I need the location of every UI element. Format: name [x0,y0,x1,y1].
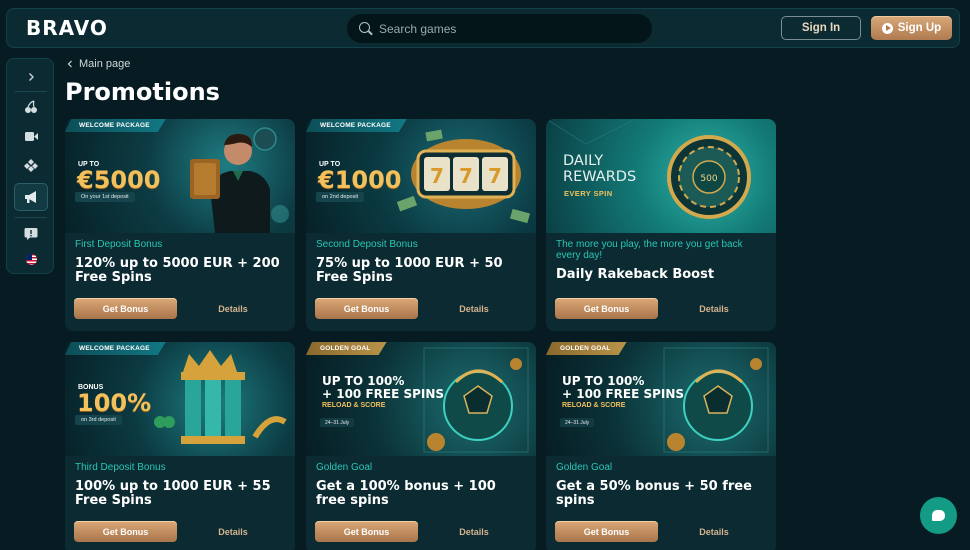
breadcrumb[interactable]: Main page [67,58,130,70]
promo-banner[interactable]: GOLDEN GOAL UP TO 100% + 100 FREE SPINS … [306,342,536,456]
sidebar-item-promotions[interactable] [14,183,48,211]
banner-subtitle: on 3rd deposit [75,415,122,425]
banner-line3: RELOAD & SCORE [562,402,626,409]
promo-tag: GOLDEN GOAL [546,342,627,355]
sidebar-divider [15,91,47,92]
banner-line3: RELOAD & SCORE [322,402,386,409]
sidebar-item-slots[interactable] [14,93,48,121]
promo-card-daily-rakeback: 500 DAILY REWARDS EVERY SPIN The more yo… [546,119,776,331]
sign-up-label: Sign Up [897,22,942,34]
breadcrumb-main-page[interactable]: Main page [79,58,130,70]
banner-line2: + 100 FREE SPINS [562,387,685,401]
details-button[interactable]: Details [686,521,742,542]
sidebar-item-language[interactable] [14,245,48,273]
promo-banner[interactable]: 500 DAILY REWARDS EVERY SPIN [546,119,776,233]
sidebar [6,58,54,274]
svg-text:7: 7 [488,164,502,188]
promo-category: Second Deposit Bonus [316,239,418,250]
banner-line2: + 100 FREE SPINS [322,387,445,401]
sidebar-item-live-casino[interactable] [14,122,48,150]
banner-line2: REWARDS [563,169,637,185]
cherries-icon [25,100,37,113]
chevron-left-icon [67,60,72,68]
alert-bubble-icon [24,228,38,240]
banner-line1: UP TO 100% [562,374,645,388]
details-button[interactable]: Details [686,298,742,319]
promo-tag: WELCOME PACKAGE [65,119,166,132]
promo-category: First Deposit Bonus [75,239,163,250]
promo-title: 100% up to 1000 EUR + 55 Free Spins [75,479,271,508]
diamonds-icon [24,159,38,172]
uk-flag-icon [25,253,37,265]
promo-category: Third Deposit Bonus [75,462,166,473]
bravo-logo[interactable]: BRAVO [26,16,108,40]
promo-category: The more you play, the more you get back… [556,239,743,261]
play-icon [881,22,893,34]
details-button[interactable]: Details [446,521,502,542]
banner-daily-rewards: DAILY REWARDS [563,153,636,185]
banner-line3: EVERY SPIN [564,189,613,198]
promo-title: Daily Rakeback Boost [556,267,715,282]
top-header: BRAVO Sign In Sign Up [6,8,960,48]
page-title: Promotions [65,78,220,106]
promo-card-first-deposit: WELCOME PACKAGE UP TO €5000 On your 1st … [65,119,295,331]
get-bonus-button[interactable]: Get Bonus [555,298,658,319]
sidebar-item-table-games[interactable] [14,151,48,179]
details-button[interactable]: Details [446,298,502,319]
banner-date: 24–31 July [320,418,355,427]
video-camera-icon [24,131,38,141]
live-chat-button[interactable] [920,497,957,534]
promo-category: Golden Goal [316,462,373,473]
sign-in-button[interactable]: Sign In [781,16,861,40]
get-bonus-button[interactable]: Get Bonus [315,298,418,319]
get-bonus-button[interactable]: Get Bonus [315,521,418,542]
promo-card-golden-goal-2: GOLDEN GOAL UP TO 100% + 100 FREE SPINS … [546,342,776,550]
chevron-right-icon [29,73,34,81]
banner-date: 24–31 July [560,418,595,427]
details-button[interactable]: Details [205,521,261,542]
chip-value: 500 [700,174,717,184]
svg-text:7: 7 [459,164,473,188]
banner-line1: UP TO 100% [322,374,405,388]
promo-card-third-deposit: WELCOME PACKAGE BONUS 100% on 3rd deposi… [65,342,295,550]
promo-banner[interactable]: WELCOME PACKAGE BONUS 100% on 3rd deposi… [65,342,295,456]
sidebar-divider [15,217,47,218]
banner-subtitle: On your 1st deposit [75,192,135,202]
promo-title: 120% up to 5000 EUR + 200 Free Spins [75,256,280,285]
svg-text:7: 7 [430,164,444,188]
promo-banner[interactable]: 7 7 7 WELCOME PACKAGE UP TO €1000 on 2nd… [306,119,536,233]
promo-title: 75% up to 1000 EUR + 50 Free Spins [316,256,503,285]
promo-card-second-deposit: 7 7 7 WELCOME PACKAGE UP TO €1000 on 2nd… [306,119,536,331]
promo-banner[interactable]: GOLDEN GOAL UP TO 100% + 100 FREE SPINS … [546,342,776,456]
banner-line1: DAILY [563,153,604,169]
megaphone-icon [24,191,36,203]
banner-amount: €5000 [77,166,161,194]
search-input[interactable] [379,21,629,36]
banner-subtitle: on 2nd deposit [316,192,365,202]
chat-bubble-icon [932,510,945,521]
get-bonus-button[interactable]: Get Bonus [74,298,177,319]
sidebar-expand-button[interactable] [14,63,48,91]
search-box[interactable] [347,14,652,43]
promo-tag: WELCOME PACKAGE [65,342,166,355]
banner-amount: €1000 [318,166,402,194]
get-bonus-button[interactable]: Get Bonus [74,521,177,542]
promo-title: Get a 50% bonus + 50 free spins [556,479,752,508]
promo-banner[interactable]: WELCOME PACKAGE UP TO €5000 On your 1st … [65,119,295,233]
get-bonus-button[interactable]: Get Bonus [555,521,658,542]
promo-category: Golden Goal [556,462,613,473]
promo-card-golden-goal-1: GOLDEN GOAL UP TO 100% + 100 FREE SPINS … [306,342,536,550]
sign-up-button[interactable]: Sign Up [871,16,952,40]
sidebar-item-support[interactable] [14,220,48,248]
promo-tag: GOLDEN GOAL [306,342,387,355]
banner-amount: 100% [77,389,152,417]
search-icon [359,21,373,36]
promo-tag: WELCOME PACKAGE [306,119,407,132]
details-button[interactable]: Details [205,298,261,319]
promo-title: Get a 100% bonus + 100 free spins [316,479,496,508]
